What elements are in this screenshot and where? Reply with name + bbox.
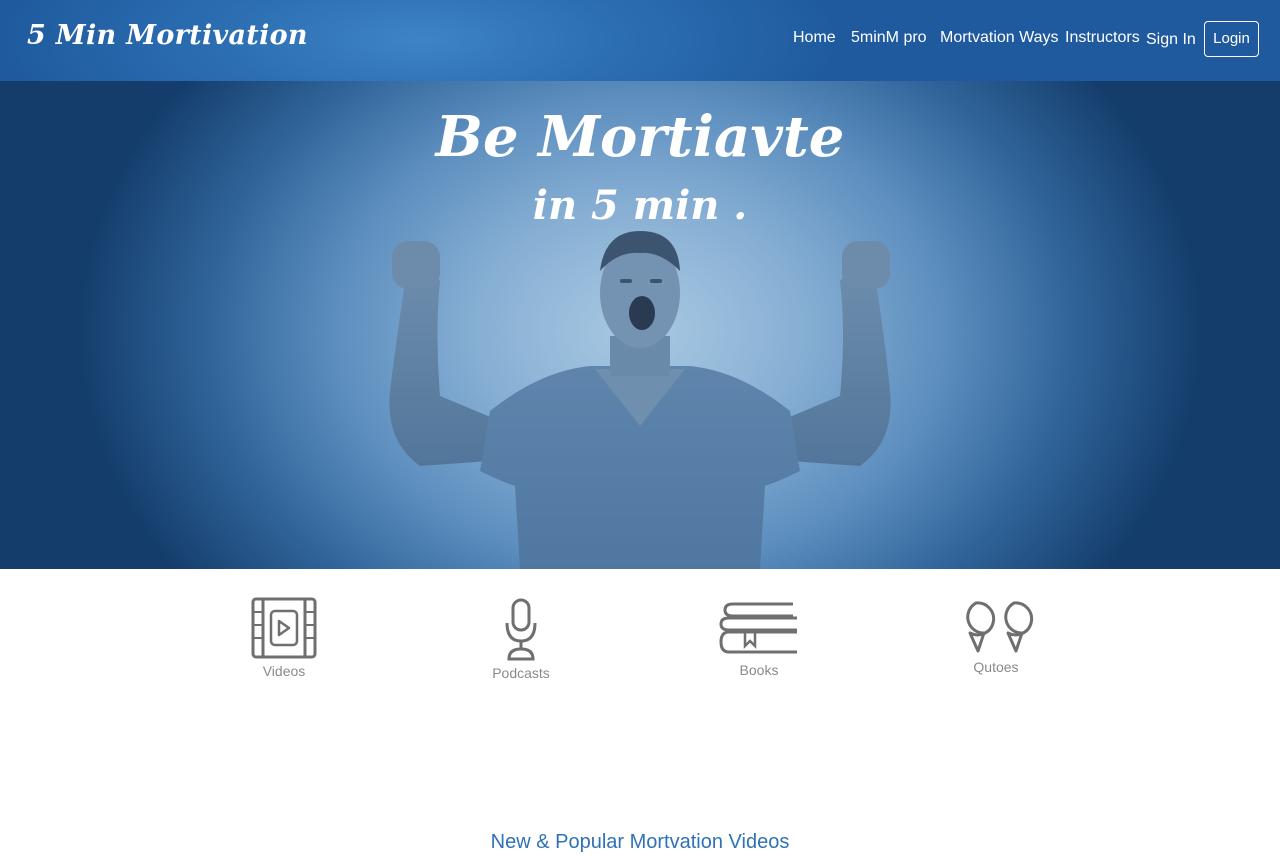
books-icon <box>719 602 797 654</box>
nav-home[interactable]: Home <box>793 28 836 48</box>
category-quotes[interactable]: Qutoes <box>926 599 1066 676</box>
category-label: Podcasts <box>492 665 550 681</box>
hero-banner: Be Mortiavte in 5 min . <box>0 81 1280 569</box>
nav-mortvation-ways[interactable]: Mortvation Ways <box>940 28 1059 48</box>
nav-sign-in[interactable]: Sign In <box>1146 30 1196 50</box>
nav-5minm-pro[interactable]: 5minM pro <box>851 28 927 48</box>
category-videos[interactable]: Videos <box>214 597 354 680</box>
section-title: New & Popular Mortvation Videos <box>490 831 790 853</box>
login-button[interactable]: Login <box>1204 21 1259 57</box>
microphone-icon <box>505 598 537 661</box>
hero-person-image <box>389 231 891 569</box>
hero-title: Be Mortiavte <box>435 104 845 170</box>
video-icon <box>251 597 317 659</box>
category-label: Qutoes <box>973 659 1019 675</box>
nav-instructors[interactable]: Instructors <box>1065 28 1140 48</box>
navbar: 5 Min Mortivation Home 5minM pro Mortvat… <box>0 0 1280 81</box>
category-books[interactable]: Books <box>689 600 829 679</box>
brand-logo[interactable]: 5 Min Mortivation <box>27 16 308 56</box>
category-podcasts[interactable]: Podcasts <box>451 597 591 682</box>
category-label: Books <box>739 662 779 678</box>
quote-icon <box>966 601 1034 653</box>
category-label: Videos <box>262 663 306 679</box>
